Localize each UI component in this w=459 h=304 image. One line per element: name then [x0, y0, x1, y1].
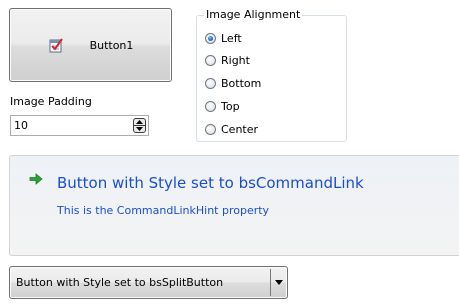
button1-label: Button1	[89, 38, 134, 52]
split-button-label: Button with Style set to bsSplitButton	[16, 276, 224, 289]
image-padding-value[interactable]: 10	[14, 119, 28, 132]
chevron-down-icon	[136, 127, 143, 131]
radio-button[interactable]	[205, 123, 216, 135]
radio-label: Bottom	[221, 76, 262, 90]
command-link-hint: This is the CommandLinkHint property	[57, 204, 270, 217]
radio-center[interactable]: Center	[205, 121, 258, 137]
image-alignment-title: Image Alignment	[204, 8, 303, 21]
radio-label: Center	[221, 122, 259, 136]
radio-button[interactable]	[205, 77, 216, 89]
radio-label: Left	[221, 31, 242, 45]
image-padding-spinner[interactable]	[133, 118, 146, 133]
arrow-right-icon	[29, 173, 43, 185]
split-button[interactable]: Button with Style set to bsSplitButton	[9, 266, 288, 299]
radio-button[interactable]	[205, 54, 216, 66]
button1[interactable]: Button1	[9, 8, 172, 82]
checklist-icon	[49, 38, 63, 53]
command-link-title[interactable]: Button with Style set to bsCommandLink	[57, 174, 364, 192]
image-padding-label: Image Padding	[10, 95, 92, 108]
radio-left[interactable]: Left	[205, 30, 242, 46]
radio-right[interactable]: Right	[205, 52, 250, 68]
radio-label: Right	[221, 53, 250, 67]
dropdown-arrow-icon	[275, 280, 283, 285]
radio-button[interactable]	[205, 32, 216, 44]
radio-bottom[interactable]: Bottom	[205, 75, 261, 91]
spin-down-button[interactable]	[134, 126, 145, 132]
image-padding-spin-edit[interactable]: 10	[10, 115, 149, 136]
radio-button[interactable]	[205, 100, 216, 112]
split-dropdown-button[interactable]	[271, 267, 287, 298]
radio-label: Top	[221, 99, 240, 113]
radio-top[interactable]: Top	[205, 98, 240, 114]
chevron-up-icon	[136, 120, 143, 124]
